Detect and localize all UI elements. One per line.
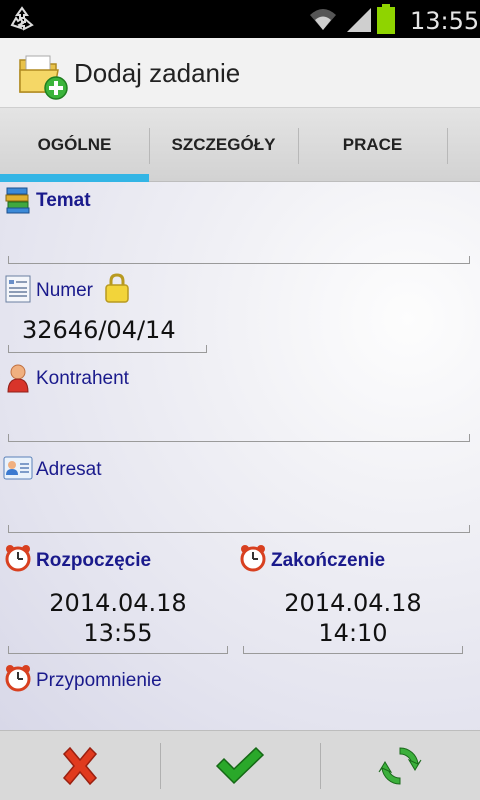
temat-label: Temat [36,190,91,211]
cancel-icon [62,746,98,786]
books-icon [5,187,30,214]
numer-value: 32646/04/14 [22,316,176,344]
clock-time: 13:55 [410,7,480,35]
signal-icon [347,8,371,32]
cancel-button[interactable] [0,731,160,800]
rozpoczecie-input[interactable] [8,646,228,654]
action-bar: Dodaj zadanie [0,38,480,108]
zakonczenie-date[interactable]: 2014.04.18 [243,588,463,618]
contact-card-icon [3,456,33,480]
przypomnienie-label[interactable]: Przypomnienie [36,670,162,692]
adresat-label: Adresat [36,459,102,480]
recycle-icon [10,6,34,31]
refresh-icon [378,747,422,785]
temat-input[interactable] [8,256,470,264]
refresh-button[interactable] [320,731,480,800]
alarm-clock-icon [5,665,31,692]
person-icon [7,364,29,393]
rozpoczecie-label: Rozpoczęcie [36,550,152,571]
bottom-action-bar [0,730,480,800]
zakonczenie-input[interactable] [243,646,463,654]
tab-szczegoly[interactable]: SZCZEGÓŁY [149,108,298,182]
alarm-clock-icon [5,545,31,572]
document-icon [5,275,31,303]
folder-add-icon [19,55,68,100]
tab-ogolne[interactable]: OGÓLNE [0,108,149,182]
status-bar: 13:55 [0,0,480,38]
numer-input[interactable] [8,345,207,353]
zakonczenie-time[interactable]: 14:10 [243,618,463,648]
wifi-icon [310,9,336,30]
rozpoczecie-time[interactable]: 13:55 [8,618,228,648]
alarm-clock-icon [240,545,266,572]
tab-prace[interactable]: PRACE [298,108,447,182]
zakonczenie-label: Zakończenie [271,550,386,571]
kontrahent-input[interactable] [8,434,470,442]
form-content: Temat Numer 32646/04/14 Kontrahent Adres… [0,182,480,730]
numer-label: Numer [36,280,94,301]
battery-icon [377,4,395,34]
tab-bar: OGÓLNE SZCZEGÓŁY PRACE [0,108,480,182]
selected-tab-indicator [0,174,149,182]
lock-icon [105,273,129,303]
adresat-input[interactable] [8,525,470,533]
confirm-button[interactable] [160,731,320,800]
page-title: Dodaj zadanie [74,58,241,88]
kontrahent-label: Kontrahent [36,368,129,389]
rozpoczecie-date[interactable]: 2014.04.18 [8,588,228,618]
tab-divider [447,128,448,164]
confirm-icon [215,746,265,785]
